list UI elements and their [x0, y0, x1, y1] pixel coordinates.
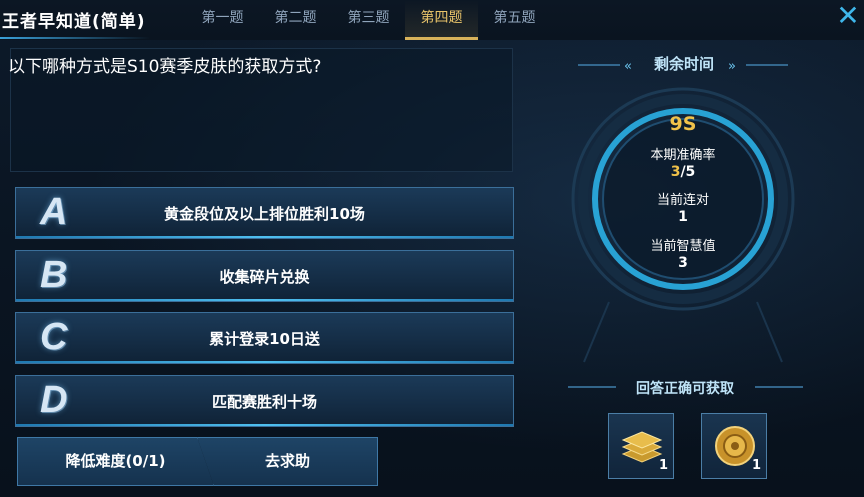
option-a-button[interactable]: A 黄金段位及以上排位胜利10场 — [15, 187, 514, 239]
ask-help-button[interactable]: 去求助 — [197, 437, 378, 486]
option-b-button[interactable]: B 收集碎片兑换 — [15, 250, 514, 302]
reward-item[interactable]: 1 — [701, 413, 767, 479]
option-text: 匹配赛胜利十场 — [211, 393, 317, 411]
accuracy-correct: 3 — [670, 164, 681, 180]
question-text: 以下哪种方式是S10赛季皮肤的获取方式? — [8, 57, 322, 77]
timer-value: 9S — [669, 113, 697, 135]
streak-value: 1 — [678, 209, 688, 225]
tab-question-3[interactable]: 第三题 — [332, 0, 405, 40]
lower-difficulty-button[interactable]: 降低难度(0/1) — [17, 437, 214, 486]
title-underline — [0, 37, 150, 39]
option-c-button[interactable]: C 累计登录10日送 — [15, 312, 514, 364]
streak-label: 当前连对 — [656, 193, 709, 208]
wisdom-value: 3 — [678, 255, 688, 271]
quiz-title: 王者早知道(简单) — [2, 12, 146, 32]
accuracy-total: /5 — [680, 164, 696, 180]
tab-question-5[interactable]: 第五题 — [478, 0, 551, 40]
question-tabs: 第一题 第二题 第三题 第四题 第五题 — [186, 0, 551, 40]
wisdom-label: 当前智慧值 — [650, 239, 716, 254]
tab-question-2[interactable]: 第二题 — [259, 0, 332, 40]
tab-question-1[interactable]: 第一题 — [186, 0, 259, 40]
option-text: 黄金段位及以上排位胜利10场 — [164, 205, 365, 223]
reward-count: 1 — [658, 458, 668, 473]
option-d-button[interactable]: D 匹配赛胜利十场 — [15, 375, 514, 427]
top-bar: 王者早知道(简单) 第一题 第二题 第三题 第四题 第五题 ✕ — [0, 0, 864, 40]
close-icon[interactable]: ✕ — [834, 2, 862, 32]
tab-question-4[interactable]: 第四题 — [405, 0, 478, 40]
accuracy-value: 3/5 — [619, 164, 747, 180]
accuracy-label: 本期准确率 — [650, 148, 716, 163]
reward-title: 回答正确可获取 — [636, 381, 734, 397]
remaining-time-label: 剩余时间 — [653, 55, 714, 73]
reward-item[interactable]: 1 — [608, 413, 674, 479]
option-text: 收集碎片兑换 — [219, 268, 310, 286]
option-text: 累计登录10日送 — [209, 330, 320, 348]
reward-count: 1 — [751, 458, 761, 473]
